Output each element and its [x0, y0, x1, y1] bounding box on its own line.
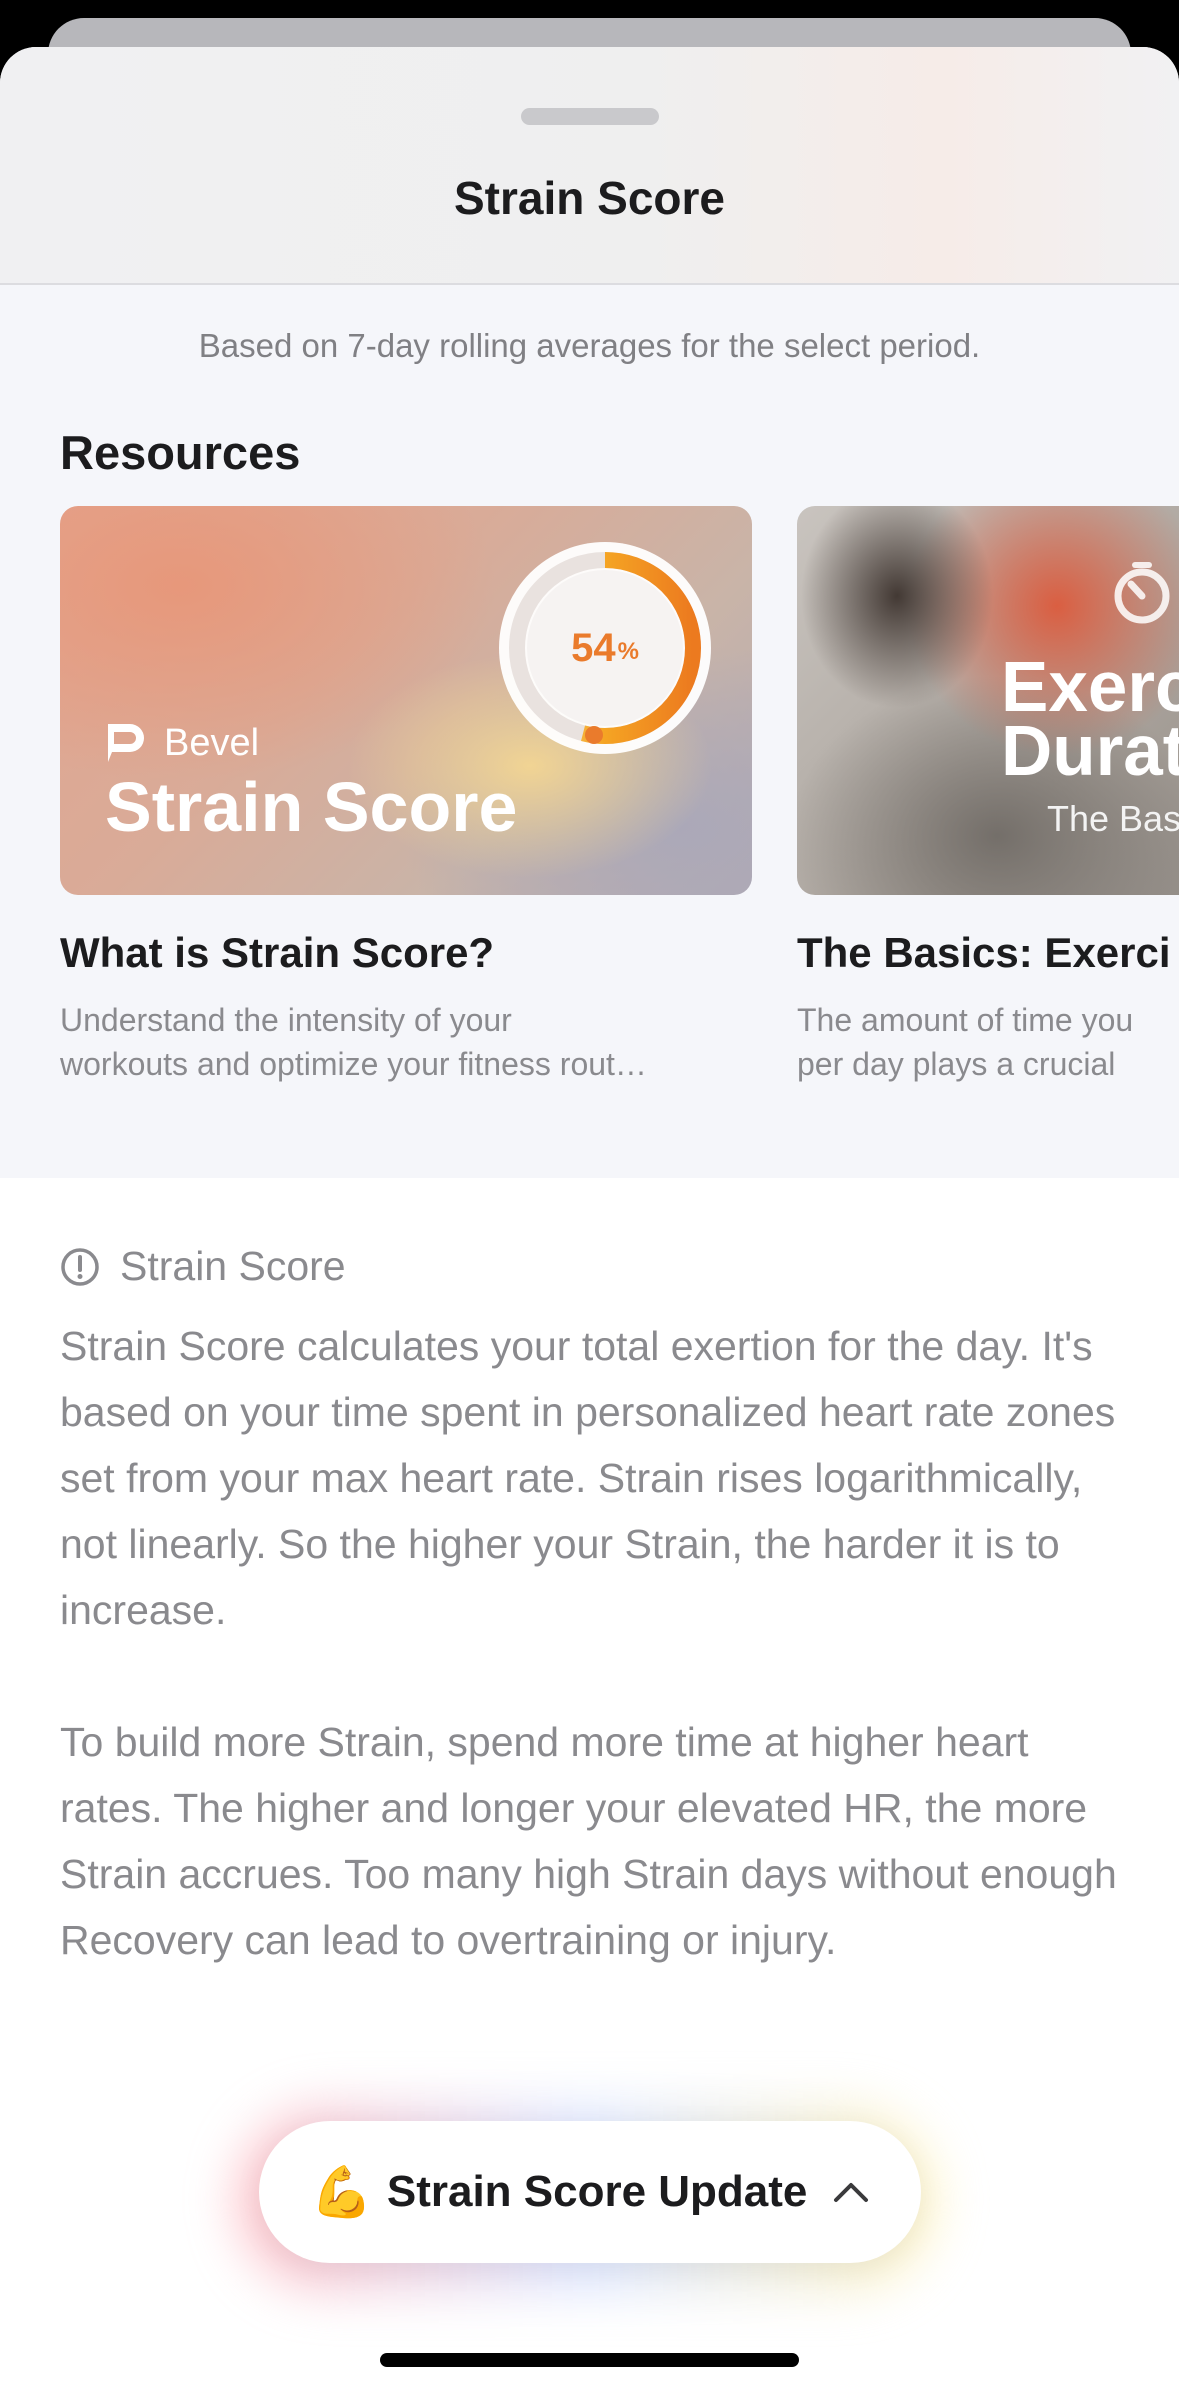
strain-score-sheet: Strain Score Based on 7-day rolling aver… [0, 47, 1179, 2396]
info-body: Strain Score calculates your total exert… [60, 1313, 1120, 1973]
percent-gauge: 54% [496, 539, 714, 757]
resource-thumbnail: Exerc Durat The Bas [797, 506, 1179, 895]
strain-score-info: Strain Score Strain Score calculates you… [60, 1246, 1120, 1973]
info-header: Strain Score [60, 1246, 1120, 1287]
home-indicator[interactable] [380, 2353, 799, 2367]
flexed-biceps-icon: 💪 [310, 2164, 373, 2220]
thumbnail-subtitle: The Bas [1047, 798, 1179, 839]
info-paragraph: To build more Strain, spend more time at… [60, 1719, 1117, 1963]
resource-description: Understand the intensity of your workout… [60, 1002, 647, 1082]
gauge-value-label: 54% [571, 625, 639, 670]
brand-name: Bevel [164, 722, 260, 764]
timer-icon [1114, 562, 1170, 624]
update-pill-label: Strain Score Update [386, 2167, 808, 2216]
resources-heading: Resources [60, 426, 301, 479]
resource-title: The Basics: Exerci [797, 929, 1171, 976]
strain-score-update-button[interactable]: 💪 Strain Score Update [259, 2121, 921, 2263]
info-title: Strain Score [120, 1243, 346, 1289]
info-paragraph: Strain Score calculates your total exert… [60, 1323, 1116, 1633]
bevel-logo: Bevel [106, 724, 259, 762]
sheet-grabber[interactable] [521, 108, 659, 125]
thumbnail-title: Strain Score [105, 768, 518, 846]
resource-card-strain-score[interactable]: 54% Bevel Strain Score What is Strain Sc… [60, 506, 752, 1086]
resources-section: Based on 7-day rolling averages for the … [0, 283, 1179, 1178]
thumbnail-title: Exerc Durat [1001, 648, 1179, 791]
resource-thumbnail: 54% Bevel Strain Score [60, 506, 752, 895]
sheet-title: Strain Score [454, 172, 725, 224]
chevron-up-icon [834, 2183, 869, 2202]
bevel-logo-icon [108, 724, 144, 762]
info-icon [61, 1247, 99, 1286]
resource-description: The amount of time you per day plays a c… [797, 1002, 1134, 1082]
sheet-header: Strain Score [0, 47, 1179, 285]
period-note: Based on 7-day rolling averages for the … [198, 327, 981, 364]
resource-card-exercise-duration[interactable]: Exerc Durat The Bas The Basics: Exerci T… [797, 506, 1179, 1086]
resource-title: What is Strain Score? [60, 929, 495, 976]
